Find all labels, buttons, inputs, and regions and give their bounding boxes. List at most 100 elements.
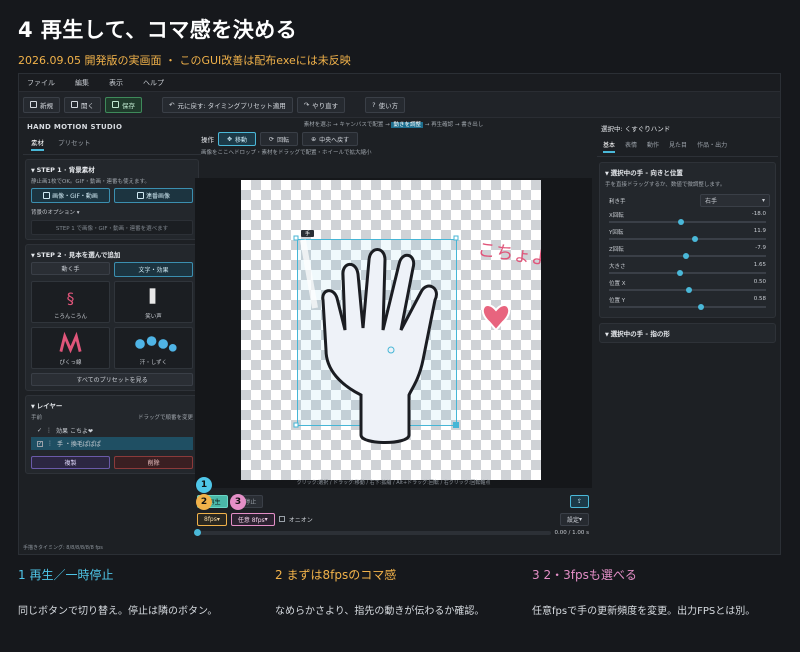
slider-row[interactable]: 大きさ 1.65 <box>605 262 770 279</box>
tab-motion[interactable]: 動作 <box>647 140 659 153</box>
slider-value[interactable]: 11.9 <box>754 228 766 234</box>
caption-2-title: 2 まずは8fpsのコマ感 <box>275 566 396 583</box>
background-options-label: 背景のオプション <box>31 210 76 216</box>
all-presets-button[interactable]: すべてのプリセットを見る <box>31 373 193 386</box>
caption-2-text: まずは8fpsのコマ感 <box>286 568 397 582</box>
dominant-hand-select[interactable]: 右手 ▾ <box>700 194 770 207</box>
layers-drag-hint: ドラッグで順番を変更 <box>137 415 193 421</box>
flow-step-1: 素材を選ぶ <box>303 122 332 128</box>
open-button[interactable]: 開く <box>64 96 101 113</box>
slider-list: X回転 -18.0 Y回転 11.9 Z回転 -7.9 大きさ 1.65 位置 X 0.50 位置 … <box>605 211 770 313</box>
tab-basic[interactable]: 基本 <box>603 140 616 153</box>
layers-title: レイヤー <box>31 400 193 410</box>
slider-name: Y回転 <box>609 230 624 236</box>
chevron-down-icon: ▾ <box>76 210 80 216</box>
finger-shape-card[interactable]: 選択中の手 - 指の形 <box>599 323 776 343</box>
slider-value[interactable]: 0.58 <box>754 296 766 302</box>
slider-track[interactable] <box>609 306 766 308</box>
slider-knob[interactable] <box>676 270 683 276</box>
layer-row-hand[interactable]: ✓ ⋮ 手 ・換毛ぱぱぱ <box>31 437 193 450</box>
slider-row[interactable]: X回転 -18.0 <box>605 211 770 228</box>
redo-button[interactable]: ↷ やり直す <box>296 96 346 113</box>
background-options[interactable]: 背景のオプション ▾ <box>31 208 193 216</box>
slider-value[interactable]: 1.65 <box>754 262 766 268</box>
tab-text-effects[interactable]: 文字・効果 <box>114 262 193 277</box>
left-tabs: 素材 プリセット <box>23 132 201 155</box>
drag-handle-icon[interactable]: ⋮ <box>47 440 53 447</box>
hand-illustration: こちょよ <box>293 235 541 444</box>
seek-bar[interactable] <box>194 529 551 536</box>
tab-moving-hand[interactable]: 動く手 <box>31 262 110 275</box>
delete-button[interactable]: 削除 <box>114 456 193 469</box>
layers-front-label: 手前 <box>31 415 43 421</box>
menu-edit[interactable]: 編集 <box>75 78 89 88</box>
layer-checkbox[interactable]: ✓ <box>37 440 43 447</box>
sticker-rolling[interactable]: § ころんころん <box>31 281 110 323</box>
menu-view[interactable]: 表示 <box>109 78 123 88</box>
center-reset-button[interactable]: ⊕ 中央へ戻す <box>302 132 359 146</box>
selected-title: 選択中: くすぐりハンド <box>601 125 671 133</box>
slider-value[interactable]: -18.0 <box>752 211 766 217</box>
image-gif-video-button[interactable]: 画像・GIF・動画 <box>31 188 110 203</box>
save-button[interactable]: 保存 <box>105 96 142 113</box>
slider-track[interactable] <box>609 238 766 240</box>
slider-value[interactable]: 0.50 <box>754 279 766 285</box>
slider-track[interactable] <box>609 272 766 274</box>
menu-help[interactable]: ヘルプ <box>143 78 164 88</box>
new-button[interactable]: 新規 <box>23 96 60 113</box>
slider-value[interactable]: -7.9 <box>755 245 766 251</box>
duplicate-button[interactable]: 複製 <box>31 456 110 469</box>
slider-knob[interactable] <box>692 236 699 242</box>
visible-check-icon[interactable]: ✓ <box>37 427 42 434</box>
caption-1-num: 1 <box>18 568 26 582</box>
page-subtitle: 2026.09.05 開発版の実画面 ・ このGUI改善は配布exeには未反映 <box>18 54 351 67</box>
slider-knob[interactable] <box>686 287 692 293</box>
duplicate-label: 複製 <box>64 460 77 467</box>
layer-row-effect[interactable]: ✓ ⋮ 効果 こちよ❤ <box>31 424 193 437</box>
custom-fps-select[interactable]: 任意 8fps ▾ <box>230 512 275 526</box>
badge-1: 1 <box>196 477 212 493</box>
tab-expression[interactable]: 表情 <box>625 140 637 153</box>
export-icon-button[interactable]: ⇪ <box>569 494 589 508</box>
tab-output[interactable]: 作品・出力 <box>697 140 727 153</box>
drag-handle-icon[interactable]: ⋮ <box>46 427 52 434</box>
sticker-twitch[interactable]: ぴくっ線 <box>31 327 110 369</box>
flow-step-2: キャンバスで配置 <box>339 122 384 128</box>
center-reset-label: 中央へ戻す <box>319 136 350 144</box>
slider-row[interactable]: Y回転 11.9 <box>605 228 770 245</box>
onion-checkbox[interactable] <box>278 516 285 522</box>
sweat-drops-icon <box>135 336 177 352</box>
rotate-button[interactable]: ⟳ 回転 <box>260 132 299 146</box>
slider-knob[interactable] <box>698 304 705 310</box>
fps-select[interactable]: 8fps ▾ <box>197 512 227 526</box>
layer-hand-label: 手 ・換毛ぱぱぱ <box>57 441 101 448</box>
seek-knob[interactable] <box>194 529 201 536</box>
page-title: 4 再生して、コマ感を決める <box>18 18 298 42</box>
sequence-button[interactable]: 連番画像 <box>114 188 193 203</box>
canvas[interactable]: 手 こちょよ <box>241 180 541 480</box>
tab-presets[interactable]: プリセット <box>58 137 91 151</box>
move-button[interactable]: ✥ 移動 <box>218 132 257 146</box>
undo-button[interactable]: ↶ 元に戻す: タイミングプリセット適用 <box>162 96 293 113</box>
caption-1-text: 再生／一時停止 <box>29 568 114 582</box>
slider-row[interactable]: Z回転 -7.9 <box>605 245 770 262</box>
slider-name: 位置 Y <box>609 298 626 304</box>
settings-button[interactable]: 設定 ▾ <box>559 512 589 526</box>
slider-row[interactable]: 位置 Y 0.58 <box>605 296 770 313</box>
delete-label: 削除 <box>147 460 160 467</box>
slider-knob[interactable] <box>682 253 689 259</box>
help-button[interactable]: ? 使い方 <box>365 96 406 113</box>
canvas-instructions: クリック:選択 / ドラッグ:移動 / 右下:拡縮 / Alt+ドラッグ:回転 … <box>296 480 491 486</box>
slider-track[interactable] <box>609 221 766 223</box>
image-button-label: 画像・GIF・動画 <box>52 193 98 200</box>
laugh-sticker-icon <box>149 288 156 304</box>
fps-value: 8fps <box>204 515 217 523</box>
sticker-laugh[interactable]: 笑い声 <box>114 281 193 323</box>
slider-row[interactable]: 位置 X 0.50 <box>605 279 770 296</box>
sticker-sweat[interactable]: 汗・しずく <box>114 327 193 369</box>
tab-materials[interactable]: 素材 <box>31 137 44 151</box>
menu-file[interactable]: ファイル <box>27 78 55 88</box>
tab-appearance[interactable]: 見た目 <box>669 140 687 153</box>
slider-knob[interactable] <box>678 219 685 225</box>
finger-shape-title: 選択中の手 - 指の形 <box>605 328 770 338</box>
